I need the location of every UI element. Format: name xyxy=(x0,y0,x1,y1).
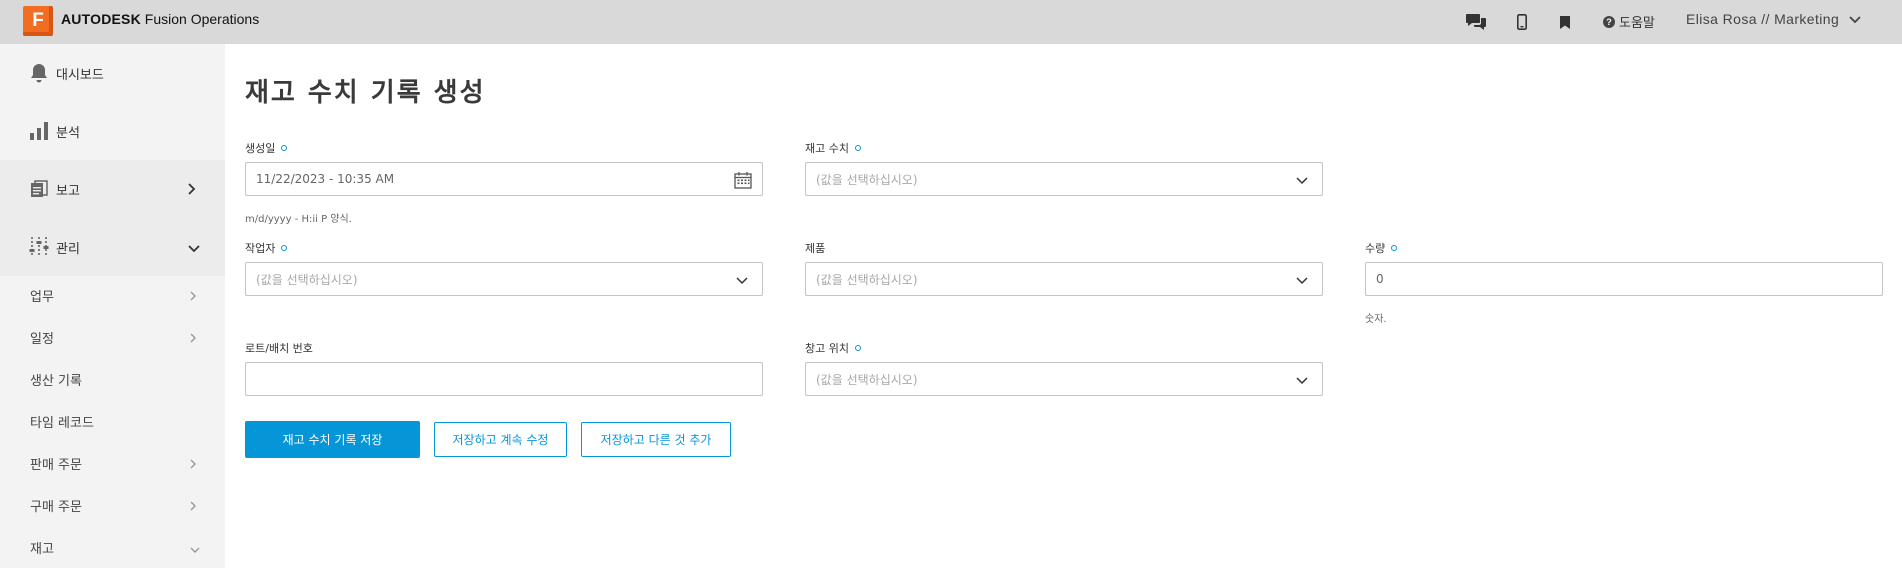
logo-letter: F xyxy=(32,10,44,31)
chevron-down-icon xyxy=(1296,374,1308,388)
sliders-icon xyxy=(28,236,50,258)
worker-label: 작업자 xyxy=(245,240,288,256)
date-format-hint: m/d/yyyy - H:ii P 양식. xyxy=(245,214,352,225)
bar-chart-icon xyxy=(28,120,50,142)
sidebar-item-time-records[interactable]: 타임 레코드 xyxy=(0,400,225,442)
chevron-right-icon xyxy=(190,286,196,305)
sidebar-item-production-records[interactable]: 생산 기록 xyxy=(0,358,225,400)
field-label-text: 로트/배치 번호 xyxy=(245,342,313,355)
user-name: Elisa Rosa // Marketing xyxy=(1686,11,1840,27)
quantity-label: 수량 xyxy=(1365,240,1398,256)
select-placeholder: (값을 선택하십시오) xyxy=(256,272,358,287)
chat-icon[interactable] xyxy=(1465,11,1487,33)
chevron-down-icon xyxy=(736,274,748,288)
save-add-another-button[interactable]: 저장하고 다른 것 추가 xyxy=(581,422,731,457)
sidebar-item-label: 보고 xyxy=(56,183,80,199)
save-continue-button[interactable]: 저장하고 계속 수정 xyxy=(434,422,567,457)
sidebar-item-label: 재고 xyxy=(30,541,54,557)
bookmark-icon[interactable] xyxy=(1554,11,1576,33)
sidebar-item-label: 타임 레코드 xyxy=(30,415,94,431)
lot-number-input[interactable] xyxy=(245,362,763,396)
report-icon xyxy=(28,178,50,200)
required-indicator xyxy=(854,145,861,151)
help-label: 도움말 xyxy=(1619,16,1655,31)
brand-bold: AUTODESK xyxy=(61,11,141,27)
worker-select[interactable]: (값을 선택하십시오) xyxy=(245,262,763,296)
required-indicator xyxy=(854,345,861,351)
user-menu[interactable]: Elisa Rosa // Marketing xyxy=(1686,11,1861,27)
brand-name: AUTODESK Fusion Operations xyxy=(61,11,259,27)
brand-product: Fusion Operations xyxy=(140,11,260,27)
sidebar-item-label: 일정 xyxy=(30,331,54,347)
stock-level-label: 재고 수치 xyxy=(805,140,861,156)
mobile-icon[interactable] xyxy=(1511,11,1533,33)
app-logo[interactable]: F xyxy=(23,6,53,36)
field-label-text: 작업자 xyxy=(245,242,276,255)
chevron-down-icon xyxy=(188,238,200,257)
field-label-text: 생성일 xyxy=(245,142,276,155)
sidebar-item-label: 분석 xyxy=(56,125,80,141)
sidebar-item-sales-orders[interactable]: 판매 주문 xyxy=(0,442,225,484)
chevron-right-icon xyxy=(190,328,196,347)
field-label-text: 제품 xyxy=(805,242,826,255)
quantity-hint: 숫자. xyxy=(1365,314,1387,325)
location-label: 창고 위치 xyxy=(805,340,861,356)
bell-icon xyxy=(28,62,50,84)
sidebar-item-reports[interactable]: 보고 xyxy=(0,160,225,218)
sidebar-item-purchase-orders[interactable]: 구매 주문 xyxy=(0,484,225,526)
required-indicator xyxy=(281,245,288,251)
chevron-right-icon xyxy=(190,454,196,473)
sidebar-item-label: 관리 xyxy=(56,241,80,257)
field-label-text: 창고 위치 xyxy=(805,342,849,355)
chevron-down-icon xyxy=(1296,274,1308,288)
select-placeholder: (값을 선택하십시오) xyxy=(816,172,918,187)
lot-number-label: 로트/배치 번호 xyxy=(245,340,313,356)
required-indicator xyxy=(281,145,288,151)
product-label: 제품 xyxy=(805,240,825,256)
created-date-value: 11/22/2023 - 10:35 AM xyxy=(256,172,395,186)
calendar-icon[interactable] xyxy=(734,171,752,192)
sidebar-item-label: 생산 기록 xyxy=(30,373,82,389)
help-link[interactable]: ? 도움말 xyxy=(1603,12,1655,31)
quantity-input[interactable]: 0 xyxy=(1365,262,1883,296)
sidebar-item-schedule[interactable]: 일정 xyxy=(0,316,225,358)
sidebar: 대시보드 분석 보고 관리 업무 일정 생산 기록 타임 레코드 판매 주문 구… xyxy=(0,44,225,568)
quantity-value: 0 xyxy=(1376,272,1384,286)
sidebar-item-label: 대시보드 xyxy=(56,67,104,83)
field-label-text: 수량 xyxy=(1365,242,1386,255)
product-select[interactable]: (값을 선택하십시오) xyxy=(805,262,1323,296)
select-placeholder: (값을 선택하십시오) xyxy=(816,372,918,387)
sidebar-item-analysis[interactable]: 분석 xyxy=(0,102,225,160)
chevron-right-icon xyxy=(190,496,196,515)
chevron-down-icon xyxy=(1849,11,1861,27)
sidebar-item-dashboard[interactable]: 대시보드 xyxy=(0,44,225,102)
chevron-down-icon xyxy=(190,538,200,557)
sidebar-item-label: 판매 주문 xyxy=(30,457,82,473)
sidebar-item-label: 구매 주문 xyxy=(30,499,82,515)
top-bar: F AUTODESK Fusion Operations ? 도움말 Elisa… xyxy=(0,0,1902,44)
stock-level-select[interactable]: (값을 선택하십시오) xyxy=(805,162,1323,196)
chevron-down-icon xyxy=(1296,174,1308,188)
created-date-label: 생성일 xyxy=(245,140,288,156)
sidebar-item-management[interactable]: 관리 xyxy=(0,218,225,276)
created-date-input[interactable]: 11/22/2023 - 10:35 AM xyxy=(245,162,763,196)
sidebar-item-label: 업무 xyxy=(30,289,54,305)
sidebar-item-tasks[interactable]: 업무 xyxy=(0,274,225,316)
field-label-text: 재고 수치 xyxy=(805,142,849,155)
help-icon: ? xyxy=(1603,15,1615,28)
location-select[interactable]: (값을 선택하십시오) xyxy=(805,362,1323,396)
page-title: 재고 수치 기록 생성 xyxy=(245,78,486,108)
required-indicator xyxy=(1391,245,1398,251)
save-button[interactable]: 재고 수치 기록 저장 xyxy=(245,421,420,458)
chevron-right-icon xyxy=(188,180,196,199)
select-placeholder: (값을 선택하십시오) xyxy=(816,272,918,287)
sidebar-item-inventory[interactable]: 재고 xyxy=(0,526,225,568)
